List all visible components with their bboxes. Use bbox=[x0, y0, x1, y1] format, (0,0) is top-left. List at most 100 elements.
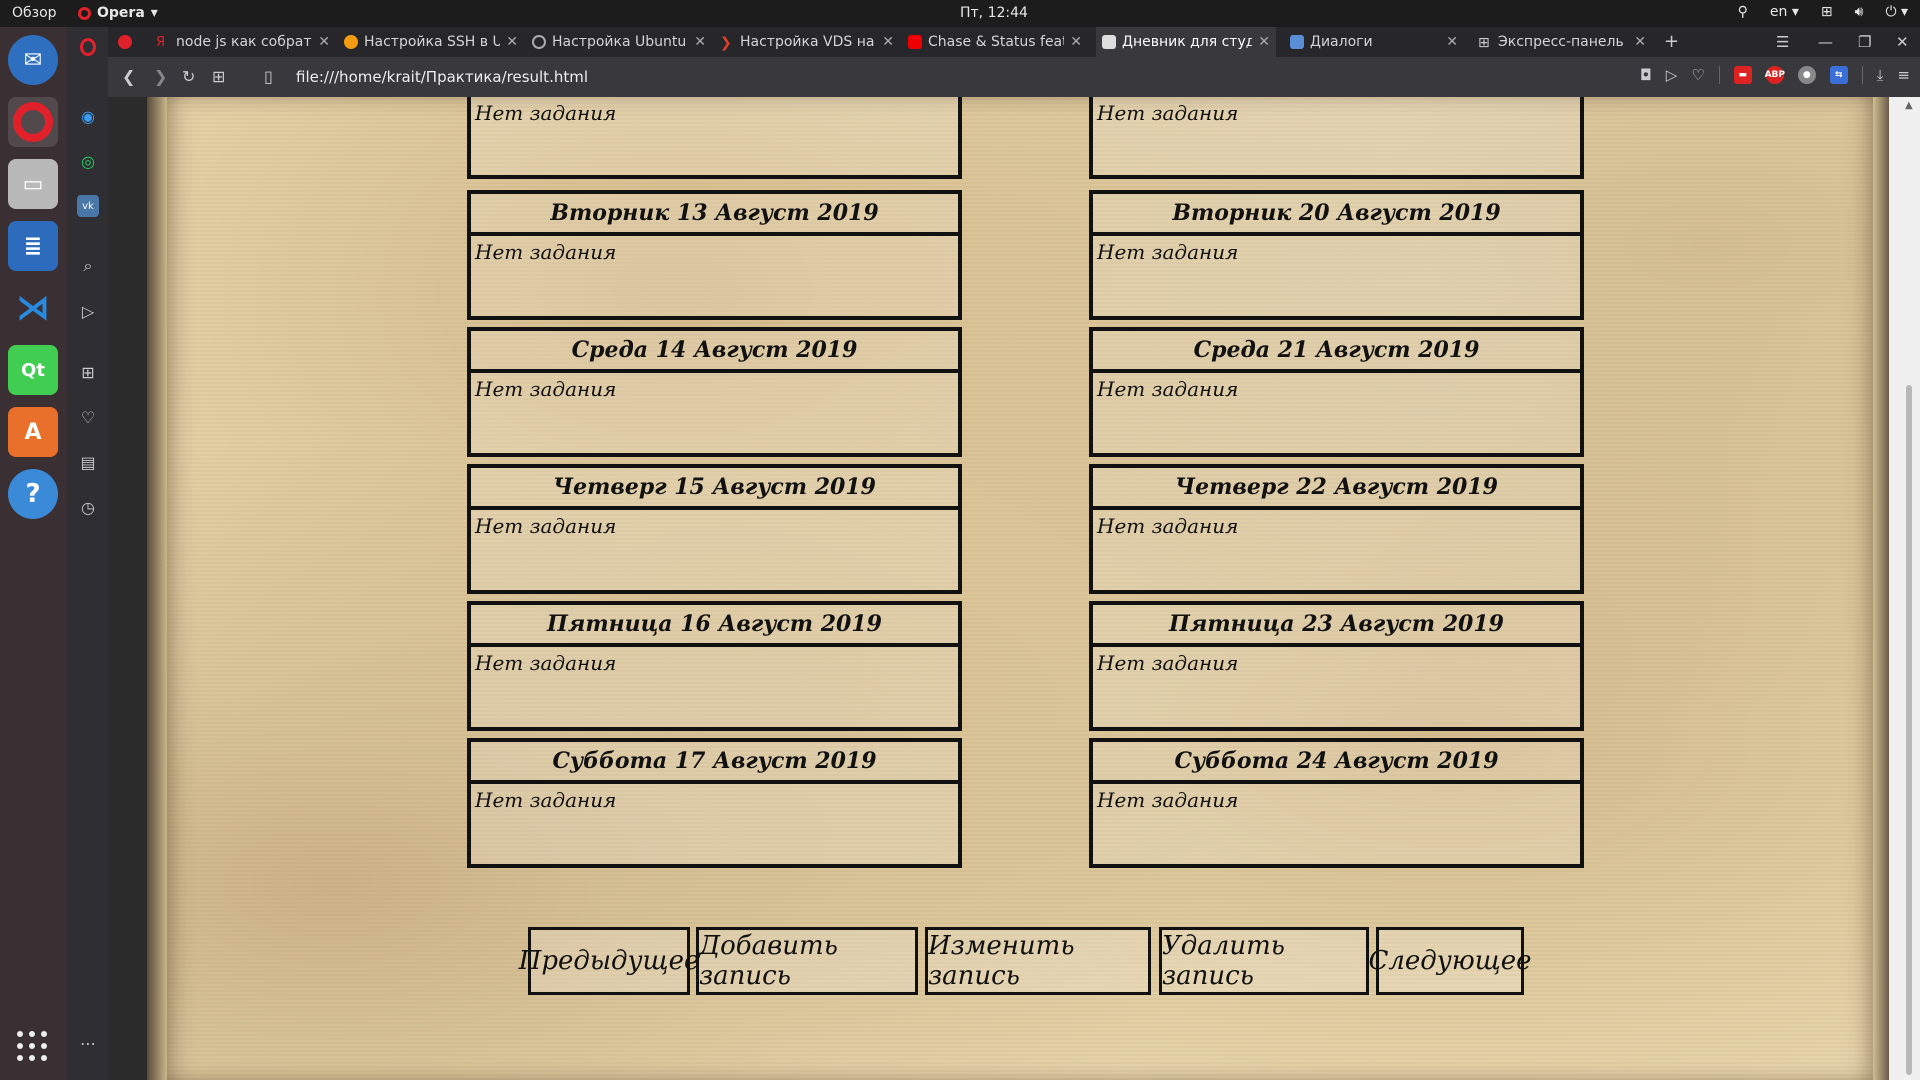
new-tab-button[interactable]: + bbox=[1664, 31, 1679, 52]
close-icon[interactable]: ✕ bbox=[506, 34, 518, 50]
volume-icon[interactable]: 🔊︎ bbox=[1855, 4, 1864, 20]
delete-entry-button[interactable]: Удалить запись bbox=[1159, 927, 1369, 995]
messenger-icon[interactable]: ◉ bbox=[77, 105, 99, 127]
edit-entry-button[interactable]: Изменить запись bbox=[925, 927, 1151, 995]
app-menu[interactable]: Opera ▾ bbox=[78, 5, 158, 21]
document-icon bbox=[1102, 35, 1116, 49]
tab-node[interactable]: Яnode js как собрать ✕ bbox=[150, 27, 336, 57]
tab-bar: Яnode js как собрать ✕ Настройка SSH в Ub… bbox=[108, 27, 1920, 57]
tabs-overview-icon[interactable]: ⊞ bbox=[212, 67, 225, 86]
add-entry-button[interactable]: Добавить запись bbox=[696, 927, 918, 995]
language-label: en bbox=[1769, 4, 1788, 20]
url-field[interactable]: file:///home/krait/Практика/result.html bbox=[296, 68, 588, 86]
opera-logo-icon bbox=[78, 6, 91, 20]
day-date: Вторник 13 Август 2019 bbox=[471, 194, 958, 236]
day-task: Нет задания bbox=[475, 101, 617, 125]
parchment-edge bbox=[147, 97, 167, 1080]
tab-vds[interactable]: ❯ Настройка VDS на ✕ bbox=[714, 27, 900, 57]
toolbar-right: ◘ ▷ ♡ ▬ ABP ● ⇆ ⤓ ≡ bbox=[1640, 66, 1910, 84]
youtube-icon bbox=[908, 35, 922, 49]
page-scrollbar[interactable] bbox=[1889, 97, 1920, 1080]
day-task: Нет задания bbox=[475, 514, 617, 538]
back-button[interactable]: ❮ bbox=[122, 67, 135, 86]
reload-button[interactable]: ↻ bbox=[182, 67, 195, 86]
tab-ubuntu[interactable]: Настройка Ubuntu ✕ bbox=[526, 27, 712, 57]
power-icon[interactable]: ⏻ ▾ bbox=[1885, 4, 1908, 20]
close-icon[interactable]: ✕ bbox=[882, 34, 894, 50]
system-top-panel: Обзор Opera ▾ Пт, 12:44 ⚲ en ▾ ⊞ 🔊︎ ⏻ ▾ bbox=[0, 0, 1920, 27]
vscode-icon[interactable]: ⋊ bbox=[8, 283, 58, 333]
close-icon[interactable]: ✕ bbox=[1070, 34, 1082, 50]
help-icon[interactable]: ? bbox=[8, 469, 58, 519]
extension-icon[interactable]: ▬ bbox=[1733, 66, 1752, 84]
close-icon[interactable]: ✕ bbox=[1258, 34, 1270, 50]
day-date: Суббота 24 Август 2019 bbox=[1093, 742, 1580, 784]
bookmark-icon[interactable]: ♡ bbox=[1691, 66, 1704, 84]
next-button[interactable]: Следующее bbox=[1368, 927, 1532, 995]
day-card: Нет задания bbox=[1089, 97, 1584, 179]
translate-icon[interactable]: ⇆ bbox=[1829, 66, 1848, 84]
day-date: Вторник 20 Август 2019 bbox=[1093, 194, 1580, 236]
tab-label: Настройка Ubuntu bbox=[552, 34, 687, 50]
previous-button[interactable]: Предыдущее bbox=[519, 927, 699, 995]
page-viewport: Нет задания Нет задания Вторник 13 Авгус… bbox=[147, 97, 1889, 1080]
tab-youtube[interactable]: Chase & Status feat ✕ bbox=[902, 27, 1088, 57]
forward-button[interactable]: ❯ bbox=[154, 67, 167, 86]
tab-dialogs[interactable]: Диалоги ✕ bbox=[1284, 27, 1464, 57]
show-applications-icon[interactable] bbox=[17, 1031, 47, 1061]
more-icon[interactable]: ⋯ bbox=[77, 1032, 99, 1054]
adblock-icon[interactable]: ABP bbox=[1765, 66, 1785, 84]
writer-icon[interactable]: ≣ bbox=[8, 221, 58, 271]
history-icon[interactable]: ◷ bbox=[77, 496, 99, 518]
scrollbar-thumb[interactable] bbox=[1906, 385, 1912, 1075]
opera-menu-icon[interactable] bbox=[77, 36, 99, 58]
restore-button[interactable]: ❐ bbox=[1858, 27, 1871, 57]
day-card: Суббота 24 Август 2019 Нет задания bbox=[1089, 738, 1584, 868]
clock[interactable]: Пт, 12:44 bbox=[960, 5, 1028, 21]
bookmarks-icon[interactable]: ♡ bbox=[77, 406, 99, 428]
tab-label: Дневник для студе bbox=[1122, 34, 1253, 50]
activities-button[interactable]: Обзор bbox=[12, 5, 57, 21]
opera-sidebar: ◉ ◎ vk ⌕ ▷ ⊞ ♡ ▤ ◷ ⋯ bbox=[67, 27, 108, 1080]
thunderbird-icon[interactable]: ✉ bbox=[8, 35, 58, 85]
scroll-up-icon[interactable]: ▲ bbox=[1905, 100, 1913, 111]
download-icon[interactable]: ⤓ bbox=[1877, 66, 1884, 84]
qt-creator-icon[interactable]: Qt bbox=[8, 345, 58, 395]
accessibility-icon[interactable]: ⚲ bbox=[1738, 4, 1748, 20]
opera-dock-icon[interactable] bbox=[8, 97, 58, 147]
snapshot-icon[interactable]: ◘ bbox=[1640, 66, 1652, 84]
news-icon[interactable]: ▤ bbox=[77, 451, 99, 473]
tab-menu-icon[interactable]: ☰ bbox=[1776, 27, 1789, 57]
tab-ssh[interactable]: Настройка SSH в Ub ✕ bbox=[338, 27, 524, 57]
close-window-button[interactable]: ✕ bbox=[1896, 27, 1909, 57]
whatsapp-icon[interactable]: ◎ bbox=[77, 150, 99, 172]
day-task: Нет задания bbox=[1097, 101, 1239, 125]
easy-setup-icon[interactable]: ≡ bbox=[1897, 66, 1910, 84]
ubuntu-icon bbox=[344, 35, 358, 49]
tab-speed-dial[interactable]: ⊞ Экспресс-панель ✕ bbox=[1472, 27, 1652, 57]
day-card: Среда 21 Август 2019 Нет задания bbox=[1089, 327, 1584, 457]
day-card: Вторник 20 Август 2019 Нет задания bbox=[1089, 190, 1584, 320]
page-info-icon[interactable]: ▯ bbox=[264, 67, 273, 86]
search-icon[interactable]: ⌕ bbox=[77, 255, 99, 277]
arrow-icon: ❯ bbox=[720, 35, 732, 51]
flow-icon[interactable]: ▷ bbox=[77, 300, 99, 322]
network-icon[interactable]: ⊞ bbox=[1821, 4, 1833, 20]
speed-dial-icon[interactable]: ⊞ bbox=[77, 361, 99, 383]
dock: ✉ ▭ ≣ ⋊ Qt A ? bbox=[0, 27, 67, 1080]
close-icon[interactable]: ✕ bbox=[1446, 34, 1458, 50]
close-icon[interactable]: ✕ bbox=[694, 34, 706, 50]
send-icon[interactable]: ▷ bbox=[1666, 66, 1678, 84]
close-icon[interactable]: ✕ bbox=[318, 34, 330, 50]
tab-record-icon[interactable] bbox=[118, 35, 132, 49]
files-icon[interactable]: ▭ bbox=[8, 159, 58, 209]
vk-icon[interactable]: vk bbox=[77, 195, 99, 217]
language-indicator[interactable]: en ▾ bbox=[1770, 4, 1799, 20]
software-center-icon[interactable]: A bbox=[8, 407, 58, 457]
tab-diary[interactable]: Дневник для студе ✕ bbox=[1096, 27, 1276, 57]
vpn-icon[interactable]: ● bbox=[1797, 66, 1816, 84]
day-card: Пятница 16 Август 2019 Нет задания bbox=[467, 601, 962, 731]
close-icon[interactable]: ✕ bbox=[1634, 34, 1646, 50]
minimize-button[interactable]: — bbox=[1818, 27, 1833, 57]
day-card: Четверг 22 Август 2019 Нет задания bbox=[1089, 464, 1584, 594]
